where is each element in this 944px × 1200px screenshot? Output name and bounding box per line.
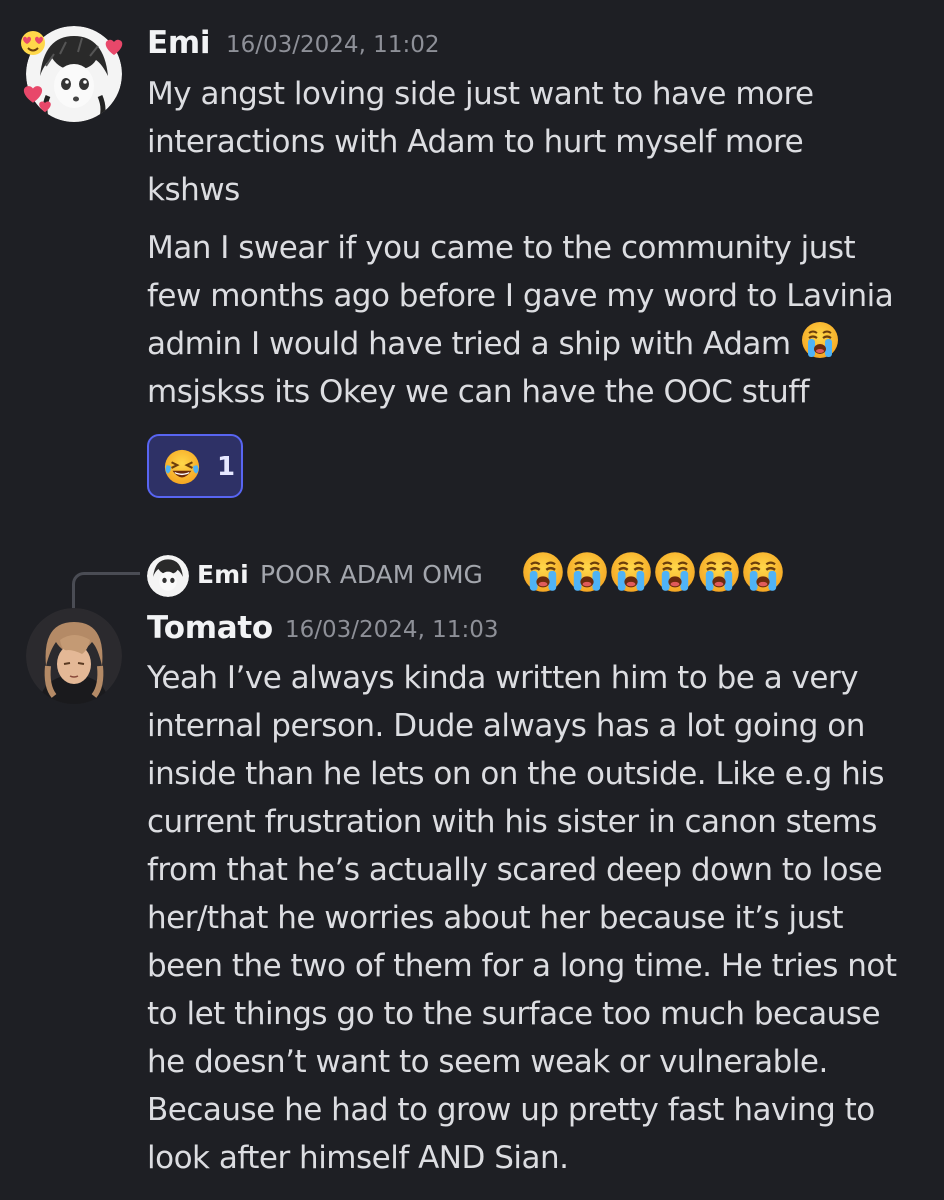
reaction-button[interactable]: 1 <box>147 434 243 498</box>
reply-avatar[interactable] <box>147 555 189 597</box>
loudly-crying-emoji-icon <box>653 550 697 594</box>
heart-eyes-emoji-icon <box>21 31 45 55</box>
manga-girl-avatar-icon <box>147 555 189 597</box>
avatar[interactable] <box>26 608 122 704</box>
message-text: Man I swear if you came to the community… <box>147 224 907 416</box>
reply-emojis <box>521 550 785 598</box>
timestamp: 16/03/2024, 11:03 <box>285 617 499 643</box>
loudly-crying-emoji-icon <box>521 550 565 594</box>
message-text: Yeah I’ve always kinda written him to be… <box>147 654 917 1182</box>
username[interactable]: Tomato <box>147 610 273 646</box>
username[interactable]: Emi <box>147 25 211 61</box>
message-paragraph: My angst loving side just want to have m… <box>147 76 814 208</box>
loudly-crying-emoji-icon <box>565 550 609 594</box>
reply-preview-text[interactable]: POOR ADAM OMG <box>260 560 483 589</box>
laughing-crying-emoji-icon <box>163 448 201 486</box>
loudly-crying-emoji-icon <box>800 320 840 360</box>
message-paragraph: Yeah I’ve always kinda written him to be… <box>147 660 897 1176</box>
message-text: My angst loving side just want to have m… <box>147 70 847 214</box>
reaction-count: 1 <box>217 452 236 482</box>
loudly-crying-emoji-icon <box>697 550 741 594</box>
loudly-crying-emoji-icon <box>741 550 785 594</box>
anime-character-avatar-icon <box>26 608 122 704</box>
reply-connector <box>72 572 140 608</box>
message-paragraph: msjskss its Okey we can have the OOC stu… <box>147 374 810 410</box>
reply-username[interactable]: Emi <box>197 560 249 589</box>
loudly-crying-emoji-icon <box>609 550 653 594</box>
heart-icon <box>39 101 51 113</box>
message-paragraph: Man I swear if you came to the community… <box>147 230 894 362</box>
timestamp: 16/03/2024, 11:02 <box>226 32 440 58</box>
heart-icon <box>105 39 123 55</box>
